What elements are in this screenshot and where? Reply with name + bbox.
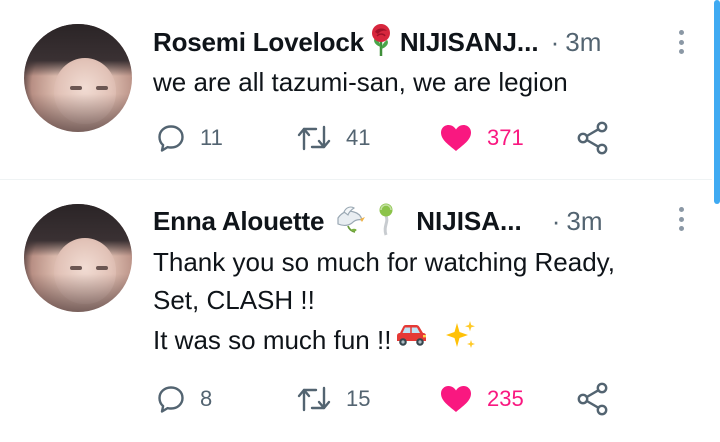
tweet[interactable]: Enna Alouette NIJISA... · 3m Thank you s…	[0, 181, 712, 442]
tweet-actions: 8 15 235	[156, 382, 616, 416]
more-options-icon[interactable]	[678, 30, 684, 54]
like-count: 235	[487, 386, 524, 411]
tweet-line: Set, CLASH !!	[153, 285, 315, 315]
heart-icon	[441, 125, 471, 151]
share-icon	[577, 382, 608, 416]
affiliation-label: NIJISA...	[416, 205, 522, 236]
car-emoji-icon	[393, 321, 429, 359]
like-button[interactable]: 235	[439, 384, 524, 414]
dove-emoji-icon	[334, 204, 366, 239]
retweet-count: 41	[346, 125, 371, 150]
lollipop-emoji-icon	[374, 202, 398, 241]
tweet[interactable]: Rosemi Lovelock NIJISANJ... · 3m we are …	[0, 0, 712, 180]
share-icon	[577, 121, 608, 155]
avatar[interactable]	[24, 204, 132, 312]
affiliation-label: NIJISANJ...	[399, 26, 539, 57]
reply-icon	[158, 125, 184, 152]
sparkles-emoji-icon	[443, 319, 477, 361]
like-button[interactable]: 371	[439, 123, 524, 153]
retweet-button[interactable]: 41	[296, 123, 370, 153]
rose-emoji-icon	[368, 23, 394, 62]
scrollbar[interactable]	[714, 0, 720, 204]
tweet-header: Enna Alouette NIJISA... · 3m	[153, 203, 603, 239]
tweet-line: we are all tazumi-san, we are legion	[153, 67, 568, 97]
author-name[interactable]: Rosemi Lovelock	[153, 27, 364, 58]
timestamp[interactable]: 3m	[565, 27, 601, 58]
more-options-icon[interactable]	[678, 207, 684, 231]
tweet-line: Thank you so much for watching Ready,	[153, 247, 615, 277]
retweet-icon	[297, 386, 331, 412]
share-button[interactable]	[576, 121, 610, 155]
tweet-divider	[0, 179, 712, 180]
like-count: 371	[487, 125, 524, 150]
share-button[interactable]	[576, 382, 610, 416]
author-name[interactable]: Enna Alouette	[153, 206, 324, 237]
reply-button[interactable]: 11	[156, 123, 223, 153]
tweet-text: Thank you so much for watching Ready, Set…	[153, 243, 615, 361]
tweet-text: we are all tazumi-san, we are legion	[153, 63, 568, 101]
heart-icon	[441, 386, 471, 412]
separator-dot: ·	[551, 205, 561, 236]
tweet-actions: 11 41 371	[156, 121, 616, 155]
reply-count: 8	[200, 386, 213, 411]
reply-count: 11	[200, 125, 223, 150]
tweet-header: Rosemi Lovelock NIJISANJ... · 3m	[153, 23, 601, 58]
reply-button[interactable]: 8	[156, 384, 212, 414]
tweet-line: It was so much fun !!	[153, 319, 615, 361]
separator-dot: ·	[550, 26, 560, 57]
avatar[interactable]	[24, 24, 132, 132]
timestamp[interactable]: 3m	[566, 206, 602, 237]
retweet-button[interactable]: 15	[296, 384, 370, 414]
retweet-count: 15	[346, 386, 371, 411]
retweet-icon	[297, 125, 331, 151]
reply-icon	[158, 386, 184, 413]
